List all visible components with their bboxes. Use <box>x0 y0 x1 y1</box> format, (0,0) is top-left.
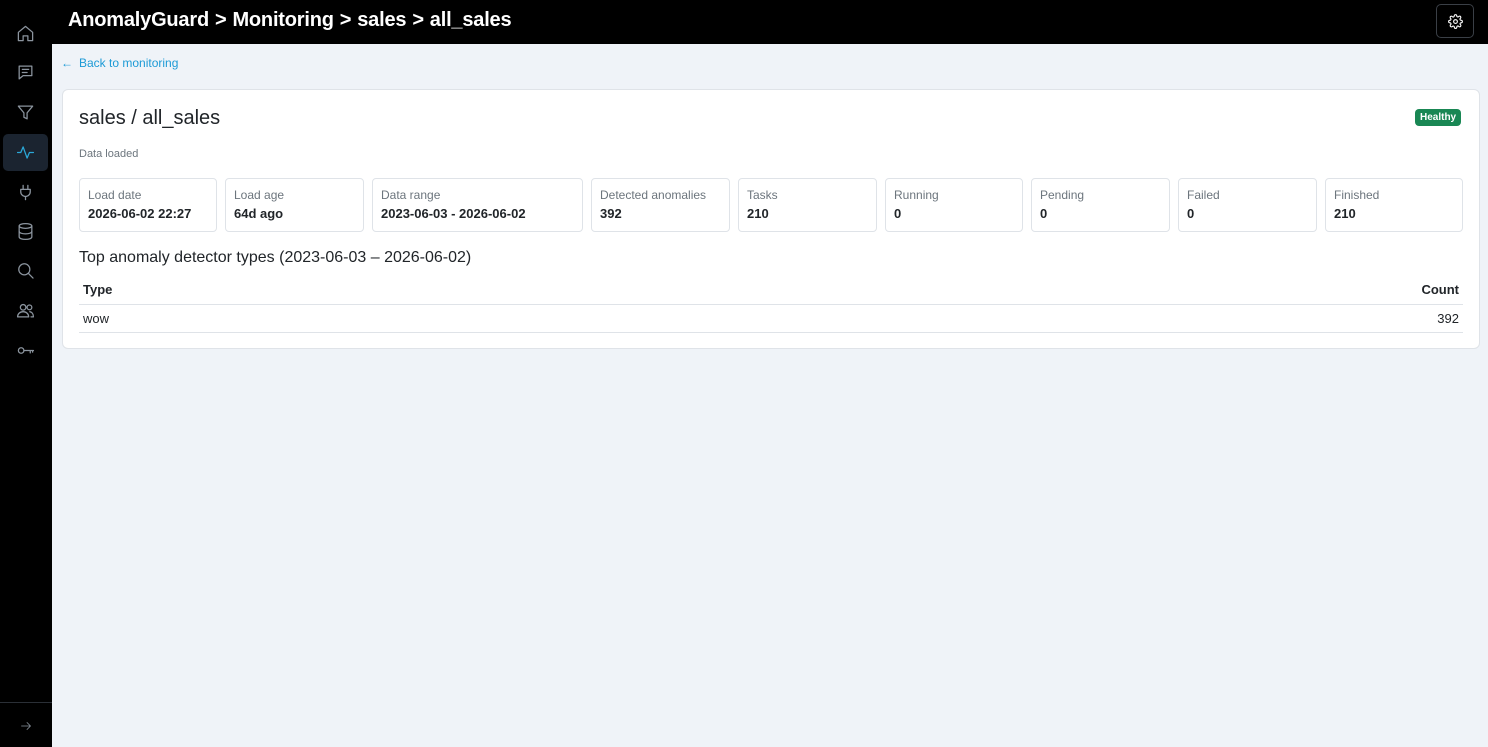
stat-label: Pending <box>1040 188 1085 202</box>
table-row: wow 392 <box>79 304 1463 333</box>
sidebar-divider <box>0 702 52 703</box>
load-status-text: Data loaded <box>79 148 139 160</box>
sidebar-expand-button[interactable] <box>3 708 48 744</box>
database-icon <box>18 222 33 241</box>
stat-value: 2023-06-03 - 2026-06-02 <box>381 206 526 221</box>
arrow-right-icon <box>20 722 31 730</box>
breadcrumb-separator: > <box>214 9 227 31</box>
table-detail-card: sales / all_sales Healthy Data loaded Lo… <box>62 89 1480 349</box>
users-icon <box>16 303 35 318</box>
detector-types-table: Type Count wow 392 <box>79 274 1463 333</box>
back-link-label: Back to monitoring <box>79 56 179 70</box>
breadcrumb-separator: > <box>412 9 424 31</box>
home-icon <box>17 25 34 42</box>
stat-pending: Pending 0 <box>1031 178 1170 232</box>
activity-pulse-icon <box>16 146 35 159</box>
stat-value: 210 <box>747 206 769 221</box>
table-header-row: Type Count <box>79 274 1463 305</box>
gear-icon <box>1447 13 1463 29</box>
settings-button[interactable] <box>1436 4 1474 38</box>
breadcrumb-separator: > <box>339 9 352 31</box>
stat-detected-anomalies: Detected anomalies 392 <box>591 178 730 232</box>
stat-tasks: Tasks 210 <box>738 178 877 232</box>
cell-count: 392 <box>702 304 1463 333</box>
key-icon <box>17 347 35 354</box>
message-square-icon <box>18 65 33 80</box>
sidebar-item-messages[interactable] <box>3 54 48 91</box>
plug-icon <box>20 184 31 201</box>
section-title: Top anomaly detector types (2023-06-03 –… <box>79 249 472 266</box>
sidebar-item-api-keys[interactable] <box>3 332 48 369</box>
arrow-left-icon: ← <box>61 56 73 70</box>
stat-label: Load date <box>88 188 142 202</box>
sidebar-item-search[interactable] <box>3 252 48 289</box>
breadcrumb-schema[interactable]: sales <box>357 9 406 31</box>
sidebar <box>0 0 52 747</box>
stat-data-range: Data range 2023-06-03 - 2026-06-02 <box>372 178 583 232</box>
stat-value: 0 <box>1187 206 1195 221</box>
stat-value: 210 <box>1334 206 1356 221</box>
stat-label: Running <box>894 188 939 202</box>
stat-label: Detected anomalies <box>600 188 707 202</box>
stat-value: 2026-06-02 22:27 <box>88 206 192 221</box>
breadcrumb: AnomalyGuard > Monitoring > sales > all_sales <box>68 9 512 32</box>
stat-running: Running 0 <box>885 178 1023 232</box>
sidebar-item-connections[interactable] <box>3 174 48 211</box>
sidebar-item-data-sources[interactable] <box>3 213 48 250</box>
top-bar: AnomalyGuard > Monitoring > sales > all_sales <box>52 0 1488 44</box>
stat-load-date: Load date 2026-06-02 22:27 <box>79 178 217 232</box>
search-icon <box>18 263 34 279</box>
stat-load-age: Load age 64d ago <box>225 178 364 232</box>
stat-label: Failed <box>1187 188 1220 202</box>
stat-finished: Finished 210 <box>1325 178 1463 232</box>
stat-label: Load age <box>234 188 285 202</box>
stat-label: Data range <box>381 188 441 202</box>
sidebar-item-monitoring[interactable] <box>3 134 48 171</box>
sidebar-item-filter[interactable] <box>3 94 48 131</box>
stat-value: 0 <box>1040 206 1048 221</box>
sidebar-item-home[interactable] <box>3 15 48 52</box>
sidebar-item-users[interactable] <box>3 292 48 329</box>
breadcrumb-app[interactable]: AnomalyGuard <box>68 9 209 31</box>
breadcrumb-monitoring[interactable]: Monitoring <box>232 9 334 31</box>
stat-value: 392 <box>600 206 622 221</box>
page-title: sales / all_sales <box>79 107 221 129</box>
cell-type: wow <box>79 304 703 333</box>
funnel-icon <box>17 105 34 120</box>
stat-label: Tasks <box>747 188 778 202</box>
stat-value: 0 <box>894 206 902 221</box>
column-header-type: Type <box>79 274 703 305</box>
back-to-monitoring-link[interactable]: ← Back to monitoring <box>61 56 178 70</box>
status-badge: Healthy <box>1415 109 1462 126</box>
column-header-count: Count <box>702 274 1463 305</box>
stat-value: 64d ago <box>234 206 284 221</box>
stat-label: Finished <box>1334 188 1380 202</box>
stat-failed: Failed 0 <box>1178 178 1317 232</box>
breadcrumb-table: all_sales <box>429 9 512 31</box>
